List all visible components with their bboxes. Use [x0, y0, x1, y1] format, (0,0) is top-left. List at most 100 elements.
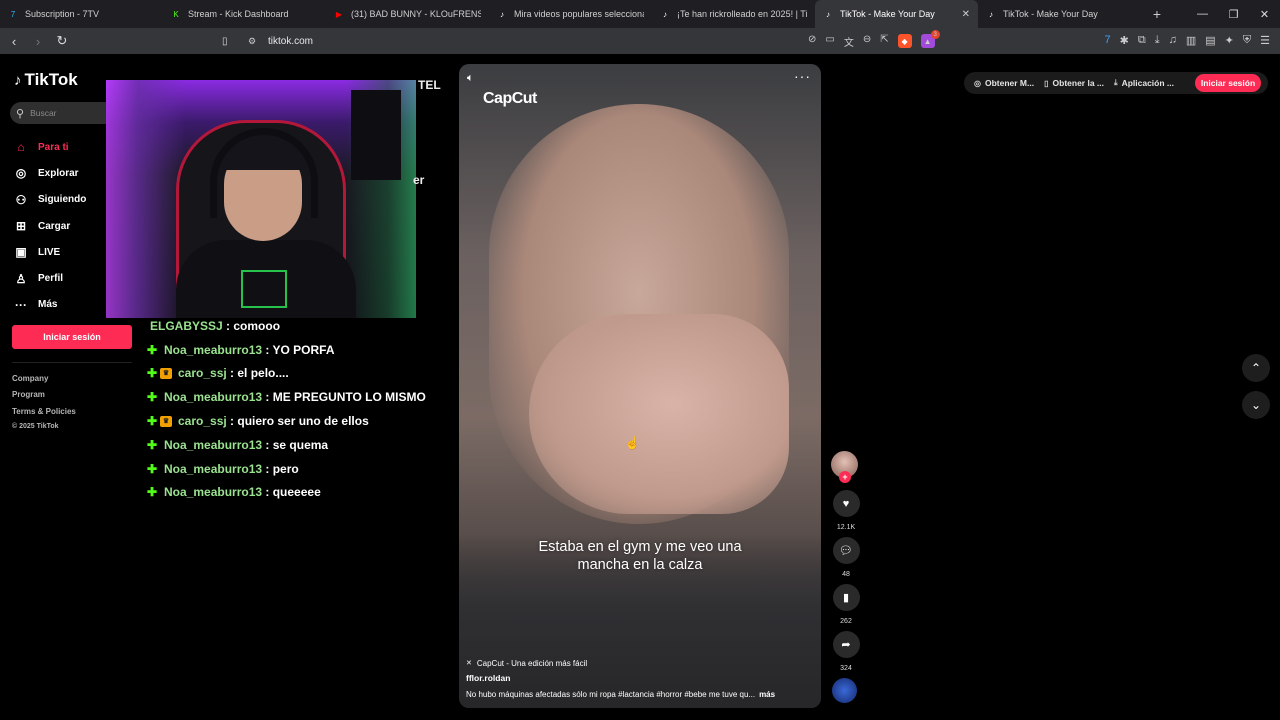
search-icon: ⚲: [16, 107, 25, 120]
share-icon[interactable]: ⇱: [880, 34, 888, 49]
close-window-icon[interactable]: ✕: [1249, 0, 1280, 28]
sidebar-menu: ⌂ Para ti ◎ Explorar ⚇ Siguiendo ⊞ Cargar ▣ LIVE ♙…: [12, 134, 86, 318]
profile-icon: ♙: [15, 271, 27, 286]
kick-icon: K: [173, 9, 179, 19]
follow-plus-icon[interactable]: +: [839, 471, 851, 483]
browser-tab[interactable]: ♪ TikTok - Make Your Day: [978, 0, 1141, 28]
login-button-sidebar[interactable]: Iniciar sesión: [12, 325, 132, 349]
back-icon[interactable]: ‹: [4, 31, 24, 51]
previous-video-button[interactable]: ⌃: [1242, 354, 1270, 382]
reload-icon[interactable]: ↻: [52, 31, 72, 51]
chat-username[interactable]: Noa_meaburro13: [164, 438, 262, 452]
screenshot-icon[interactable]: ⧉: [1138, 34, 1146, 47]
bookmark-icon[interactable]: ▯: [222, 36, 238, 47]
chat-username[interactable]: Noa_meaburro13: [164, 390, 262, 404]
footer-link-terms[interactable]: Terms & Policies: [12, 407, 76, 423]
stream-overlay-text-top: TEL: [418, 78, 441, 92]
media-icon[interactable]: ⊘: [808, 34, 816, 49]
sidebar-toggle-icon[interactable]: ▥: [1186, 34, 1196, 47]
kick-badge-icon: ✚: [146, 414, 158, 429]
forward-icon[interactable]: ›: [28, 31, 48, 51]
video-author[interactable]: fflor.roldan: [466, 670, 816, 686]
sidebar-item[interactable]: ⚇ Siguiendo: [12, 187, 87, 213]
sidebar-item[interactable]: ◎ Explorar: [12, 160, 86, 186]
tiktok-logo-text: TikTok: [24, 70, 78, 89]
brave-rewards-icon[interactable]: ▲ 3: [920, 30, 940, 48]
7tv-extension-icon[interactable]: 7: [1105, 34, 1111, 47]
capcut-tag-text: CapCut - Una edición más fácil: [476, 658, 588, 668]
sidebar-item[interactable]: ♙ Perfil: [12, 265, 86, 291]
music-icon[interactable]: ♫: [1169, 34, 1177, 47]
vpn-icon[interactable]: ⛨: [1243, 34, 1251, 47]
chat-username[interactable]: Noa_meaburro13: [164, 343, 262, 357]
restore-icon[interactable]: ❐: [1218, 0, 1249, 28]
comment-count: 48: [842, 570, 850, 578]
chat-message: ✚ ♛ caro_ssj : quiero ser uno de ellos: [146, 409, 446, 433]
chat-text: : queeeee: [265, 485, 321, 500]
extensions-icon[interactable]: ✱: [1120, 34, 1129, 47]
minimize-icon[interactable]: —: [1187, 0, 1218, 28]
browser-tab[interactable]: ♪ ¡Te han rickrolleado en 2025! | TikTok: [652, 0, 815, 28]
header-link[interactable]: ⤓ Aplicación ...: [1114, 78, 1174, 88]
author-avatar[interactable]: +: [831, 451, 858, 483]
site-info-icon[interactable]: ⚙: [248, 36, 260, 47]
sidebar-item[interactable]: ▣ LIVE: [12, 239, 86, 265]
browser-tab[interactable]: ♪ TikTok - Make Your Day ✕: [815, 0, 978, 28]
downloads-icon[interactable]: ⤓: [1155, 34, 1160, 47]
webcam-overlay: [106, 80, 416, 318]
chat-username[interactable]: ELGABYSSJ: [150, 319, 223, 333]
sidebar-item[interactable]: ··· Más: [12, 292, 86, 318]
zoom-icon[interactable]: ⊖: [863, 34, 871, 49]
cast-icon[interactable]: ▭: [825, 34, 834, 49]
new-tab-icon[interactable]: +: [1145, 6, 1169, 22]
tiktok-icon: ♪: [663, 9, 667, 19]
header-link-label: Obtener M...: [984, 78, 1035, 88]
chat-username[interactable]: Noa_meaburro13: [164, 462, 262, 476]
video-more-icon[interactable]: ···: [794, 68, 811, 84]
more-link[interactable]: más: [759, 690, 775, 699]
subtitle-line-1: Estaba en el gym y me veo una: [538, 539, 742, 555]
footer-link-company[interactable]: Company: [12, 374, 76, 390]
upload-icon: ⊞: [15, 219, 27, 234]
chat-message: ELGABYSSJ : comooo: [150, 314, 446, 338]
login-button-header[interactable]: Iniciar sesión: [1195, 74, 1261, 92]
chevron-up-icon: ⌃: [1250, 361, 1262, 375]
translate-icon[interactable]: 文: [844, 34, 854, 49]
sidebar-item-label: Para ti: [38, 141, 69, 153]
browser-tab[interactable]: ♪ Mira videos populares seleccionado: [489, 0, 652, 28]
menu-icon[interactable]: ☰: [1260, 34, 1270, 47]
chat-text: : comooo: [226, 318, 281, 333]
next-video-button[interactable]: ⌄: [1242, 391, 1270, 419]
bookmark-save-icon[interactable]: ▮: [832, 584, 860, 611]
chat-username[interactable]: caro_ssj: [178, 366, 227, 380]
sidebar-divider: [12, 362, 132, 363]
leo-icon[interactable]: ✦: [1225, 34, 1234, 47]
capcut-tag[interactable]: ✕ CapCut - Una edición más fácil: [466, 656, 816, 670]
chat-username[interactable]: caro_ssj: [178, 414, 227, 428]
video-hand: [529, 314, 789, 514]
video-player[interactable]: 🔈︎ ··· CapCut Estaba en el gym y me veo …: [459, 64, 821, 708]
header-link[interactable]: ▯ Obtener la ...: [1044, 78, 1104, 88]
volume-icon[interactable]: 🔈︎: [467, 72, 474, 85]
brave-shield-icon[interactable]: ◆: [897, 34, 912, 48]
share-arrow-icon[interactable]: ➦: [832, 631, 860, 658]
tiktok-logo[interactable]: ♪ TikTok: [14, 70, 78, 90]
header-link[interactable]: ◎ Obtener M...: [974, 78, 1034, 88]
close-tab-icon[interactable]: ✕: [962, 9, 970, 20]
browser-tab[interactable]: ▶ (31) BAD BUNNY - KLOuFRENS (Visu: [326, 0, 489, 28]
wallet-icon[interactable]: ▤: [1205, 34, 1215, 47]
sidebar-item[interactable]: ⌂ Para ti: [12, 134, 86, 160]
chevron-down-icon: ⌄: [1250, 398, 1262, 412]
heart-icon[interactable]: ♥: [832, 490, 860, 517]
browser-tab[interactable]: K Stream - Kick Dashboard: [163, 0, 326, 28]
search-input[interactable]: ⚲ Buscar: [10, 102, 106, 124]
url-text[interactable]: tiktok.com: [268, 36, 313, 47]
chat-message: ✚ Noa_meaburro13 : pero: [146, 457, 446, 481]
music-disc-icon[interactable]: [832, 678, 857, 703]
comment-icon[interactable]: 💬︎: [832, 537, 860, 564]
chat-username[interactable]: Noa_meaburro13: [164, 485, 262, 499]
copyright: © 2025 TikTok: [12, 422, 59, 430]
sidebar-item[interactable]: ⊞ Cargar: [12, 213, 86, 239]
footer-link-program[interactable]: Program: [12, 390, 76, 406]
browser-tab[interactable]: 7 Subscription - 7TV: [0, 0, 163, 28]
